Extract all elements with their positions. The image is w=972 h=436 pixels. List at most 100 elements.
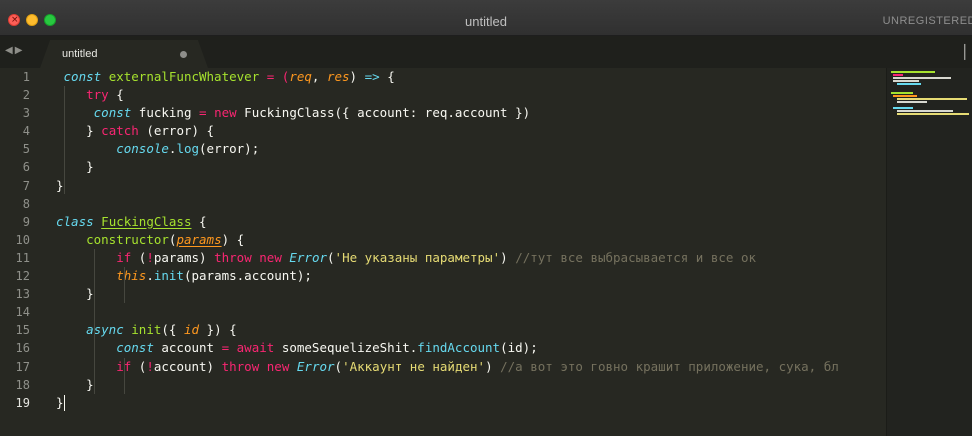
code-line-18: } bbox=[56, 376, 886, 394]
token: } bbox=[86, 376, 94, 392]
line-number: 11 bbox=[15, 250, 30, 265]
token: ( bbox=[131, 249, 147, 265]
code-line-16: const account = await someSequelizeShit.… bbox=[56, 339, 886, 357]
forward-arrow-icon[interactable]: ▶ bbox=[15, 45, 25, 56]
tab-bar: ◀▶ untitled ❘ bbox=[0, 36, 972, 68]
token: someSequelizeShit. bbox=[274, 340, 418, 356]
indent-guide bbox=[64, 86, 65, 195]
code-line-2: try { bbox=[56, 86, 886, 104]
minimap-line bbox=[897, 110, 953, 112]
token: FuckingClass bbox=[101, 213, 192, 229]
code-line-17: if (!account) throw new Error('Аккаунт н… bbox=[56, 358, 886, 376]
line-number: 16 bbox=[15, 341, 30, 356]
token: 'Не указаны параметры' bbox=[334, 249, 501, 265]
code-editor[interactable]: 1 2 3 4 5 6 7 8 9 10 11 12 13 14 15 16 1… bbox=[0, 68, 886, 436]
token: } bbox=[56, 394, 64, 410]
line-number-current: 19 bbox=[15, 395, 30, 410]
line-number: 18 bbox=[15, 377, 30, 392]
back-arrow-icon[interactable]: ◀ bbox=[5, 45, 15, 56]
token: = bbox=[199, 105, 207, 121]
tab-overflow-icon[interactable]: ❘ bbox=[958, 41, 972, 65]
token: (error) { bbox=[138, 123, 215, 139]
token: throw bbox=[221, 358, 260, 374]
minimap-line bbox=[897, 101, 927, 103]
token: ) bbox=[500, 249, 516, 265]
token: Error bbox=[289, 249, 328, 265]
token: const bbox=[93, 105, 132, 121]
token: constructor bbox=[86, 231, 169, 247]
token: ! bbox=[146, 358, 154, 374]
code-line-3: const fucking = new FuckingClass({ accou… bbox=[56, 104, 886, 122]
token: } bbox=[86, 159, 94, 175]
line-number-gutter: 1 2 3 4 5 6 7 8 9 10 11 12 13 14 15 16 1… bbox=[0, 68, 46, 412]
token: class bbox=[56, 213, 94, 229]
minimap-line bbox=[893, 77, 951, 79]
token: res bbox=[326, 69, 350, 84]
token: new bbox=[214, 105, 237, 121]
token: => bbox=[364, 69, 380, 84]
token: } bbox=[86, 123, 102, 139]
indent-guide bbox=[94, 249, 95, 394]
token: account) bbox=[153, 358, 222, 374]
line-number: 4 bbox=[22, 124, 30, 139]
token: ) { bbox=[221, 231, 245, 247]
unregistered-label: UNREGISTERED bbox=[882, 15, 972, 27]
token: findAccount bbox=[417, 340, 501, 356]
line-number: 10 bbox=[15, 232, 30, 247]
indent-guide bbox=[124, 358, 125, 394]
token: FuckingClass({ account: req.account }) bbox=[236, 105, 531, 121]
code-line-4: } catch (error) { bbox=[56, 122, 886, 140]
line-number: 13 bbox=[15, 287, 30, 302]
minimap-line bbox=[897, 83, 921, 85]
title-bar: × untitled UNREGISTERED bbox=[0, 0, 972, 36]
code-line-9: class FuckingClass { bbox=[56, 213, 886, 231]
code-line-5: console.log(error); bbox=[56, 140, 886, 158]
minimap-line bbox=[893, 95, 917, 97]
token: (error); bbox=[199, 141, 260, 157]
token: { bbox=[191, 213, 207, 229]
token: 'Аккаунт не найден' bbox=[342, 358, 486, 374]
minimap-line bbox=[897, 113, 969, 115]
line-number: 9 bbox=[22, 214, 30, 229]
token: log bbox=[176, 141, 200, 157]
code-line-10: constructor(params) { bbox=[56, 231, 886, 249]
code-line-7: } bbox=[56, 177, 886, 195]
code-line-19: } bbox=[56, 394, 886, 412]
token: ) bbox=[485, 358, 501, 374]
token: } bbox=[56, 177, 64, 193]
minimap[interactable] bbox=[886, 68, 972, 436]
token: ) bbox=[349, 69, 365, 84]
token: throw bbox=[214, 249, 252, 265]
token: params) bbox=[153, 249, 215, 265]
token: //тут все выбрасывается и все ок bbox=[515, 249, 757, 265]
token: console bbox=[116, 141, 169, 157]
token: { bbox=[108, 87, 124, 103]
line-number: 17 bbox=[15, 359, 30, 374]
token: ( bbox=[334, 358, 343, 374]
tab-label: untitled bbox=[62, 48, 98, 60]
token: (params.account); bbox=[183, 268, 312, 284]
token: ( bbox=[327, 249, 335, 265]
token: (id); bbox=[500, 340, 538, 356]
token: ! bbox=[146, 249, 154, 265]
line-number: 5 bbox=[22, 142, 30, 157]
tab-untitled[interactable]: untitled bbox=[40, 40, 208, 68]
line-number: 8 bbox=[22, 196, 30, 211]
line-number: 6 bbox=[22, 160, 30, 175]
indent-guide bbox=[124, 267, 125, 303]
token: new bbox=[259, 249, 282, 265]
code-area[interactable]: const externalFuncWhatever = (req, res) … bbox=[56, 68, 886, 412]
text-cursor bbox=[63, 395, 65, 412]
modified-dot-icon[interactable] bbox=[180, 51, 187, 58]
minimap-line bbox=[897, 98, 967, 100]
token: . bbox=[146, 268, 154, 284]
line-number: 3 bbox=[22, 106, 30, 121]
code-line-11: if (!params) throw new Error('Не указаны… bbox=[56, 249, 886, 267]
token: init bbox=[153, 268, 184, 284]
code-line-15: async init({ id }) { bbox=[56, 321, 886, 339]
